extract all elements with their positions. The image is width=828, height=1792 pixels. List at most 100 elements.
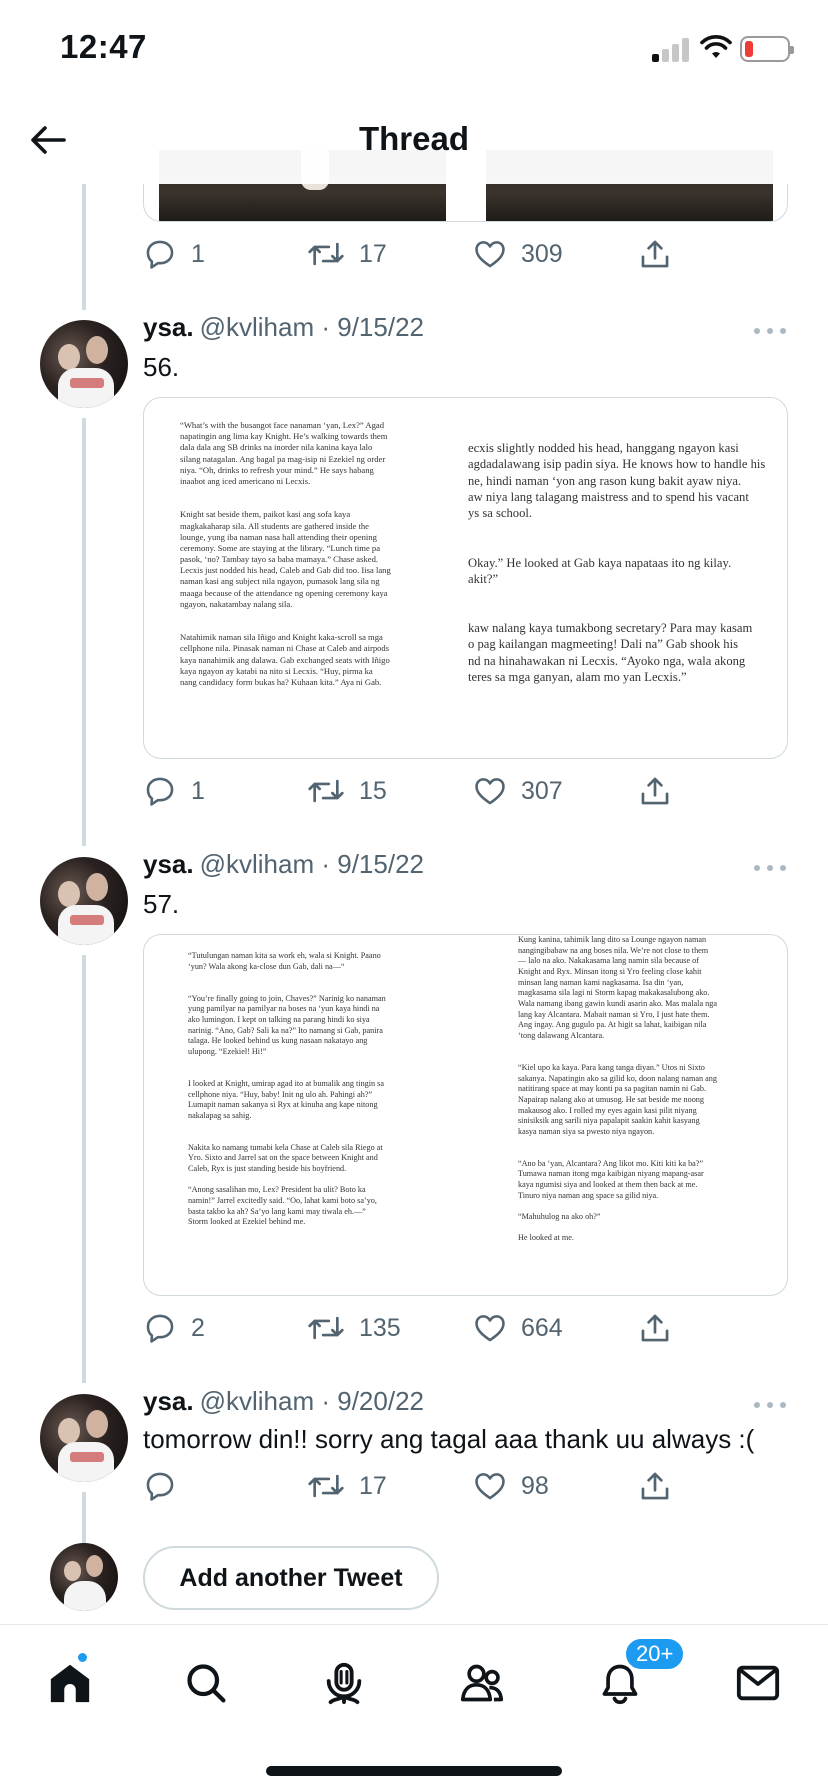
share-icon: [641, 1314, 669, 1342]
ellipsis-icon[interactable]: [754, 863, 788, 873]
retweet-button[interactable]: 135: [307, 1303, 401, 1353]
page-text-line: lounge, yung iba naman nasa hall attendi…: [180, 531, 377, 542]
share-button[interactable]: [638, 1461, 672, 1511]
notifications-badge: 20+: [624, 1637, 686, 1671]
page-text-line: “You’re finally going to join, Chaves?” …: [188, 993, 386, 1003]
page-text-line: ‘yun? Wala akong ka-close dun Gab, dali …: [188, 961, 345, 971]
page-text-line: basta takbo ka ah? Sa’yo lang kami may t…: [188, 1206, 366, 1216]
page-text-line: magkakaharap sila. All students are gath…: [180, 520, 369, 531]
page-text-line: makausog ako. I rolled my eyes again kas…: [518, 1105, 697, 1115]
tweet-media[interactable]: “What’s with the busangot face nanaman ‘…: [143, 397, 788, 759]
media-page-left: “What’s with the busangot face nanaman ‘…: [180, 420, 450, 688]
page-text-line: [518, 1201, 787, 1212]
page-text-line: ulupong. “Ezekiel! Hi!”: [188, 1046, 267, 1056]
page-text-line: [518, 1137, 787, 1148]
page-text-line: [518, 1223, 787, 1234]
reply-button[interactable]: 2: [143, 1303, 205, 1353]
tweet-media[interactable]: “Tutulungan naman kita sa work eh, wala …: [143, 934, 788, 1296]
retweet-button[interactable]: 17: [307, 229, 387, 279]
tweet-text: tomorrow din!! sorry ang tagal aaa thank…: [143, 1424, 755, 1454]
tab-spaces[interactable]: [314, 1653, 374, 1713]
reply-count: 1: [191, 776, 205, 805]
retweet-button[interactable]: 17: [307, 1461, 387, 1511]
tab-search[interactable]: [176, 1653, 236, 1713]
page-text-line: maaga because of the attendance ng openi…: [180, 587, 388, 598]
current-user-avatar: [50, 1543, 118, 1611]
page-text-line: [188, 972, 458, 983]
ellipsis-icon[interactable]: [754, 1400, 788, 1410]
page-text-line: ecxis slightly nodded his head, hanggang…: [468, 441, 739, 455]
page-text-line: [518, 1148, 787, 1159]
avatar[interactable]: [40, 320, 128, 408]
like-count: 307: [521, 776, 563, 805]
retweet-button[interactable]: 15: [307, 766, 387, 816]
page-text-line: natitirang space at may konti pa sa pagi…: [518, 1084, 707, 1094]
page-text-line: Natahimik naman sila Iñigo and Knight ka…: [180, 632, 383, 643]
page-text-line: minsan lang naman kami nagkasama. Isa di…: [518, 977, 684, 987]
page-text-line: Napairap nalang ako at umusog. He sat be…: [518, 1094, 704, 1104]
reply-button[interactable]: 1: [143, 766, 205, 816]
thread-line: [82, 1492, 86, 1548]
like-button[interactable]: 664: [473, 1303, 563, 1353]
microphone-icon: [326, 1662, 362, 1705]
page-text-line: [468, 522, 787, 538]
like-button[interactable]: 307: [473, 766, 563, 816]
reply-button[interactable]: [143, 1461, 191, 1511]
retweet-count: 17: [359, 1471, 387, 1500]
display-name[interactable]: ysa.: [143, 1386, 194, 1416]
tweet-header: ysa. @kvliham · 9/20/22: [143, 1386, 424, 1426]
tweet-header: ysa. @kvliham · 9/15/22: [143, 312, 424, 352]
page-text-line: agdadalawang isip padin siya. He knows h…: [468, 457, 766, 472]
like-button[interactable]: 309: [473, 229, 563, 279]
share-button[interactable]: [638, 766, 672, 816]
reply-button[interactable]: 1: [143, 229, 205, 279]
page-text-line: cellphone nila. Pinasak naman ni Chase a…: [180, 643, 390, 654]
battery-icon: [740, 36, 794, 62]
page-text-line: He looked at me.: [518, 1233, 574, 1243]
heart-icon: [475, 1473, 505, 1500]
page-text-line: [188, 1175, 458, 1186]
page-text-line: “Kiel upo ka kaya. Para kang tanga diyan…: [518, 1062, 705, 1072]
media-page-right: ecxis slightly nodded his head, hanggang…: [468, 440, 787, 685]
like-button[interactable]: 98: [473, 1461, 549, 1511]
add-another-tweet-button[interactable]: Add another Tweet: [143, 1546, 439, 1610]
heart-icon: [475, 778, 505, 805]
avatar[interactable]: [40, 857, 128, 945]
page-text-line: Nakita ko namang tumabi kela Chase at Ca…: [188, 1142, 383, 1152]
tab-notifications[interactable]: 20+: [590, 1637, 686, 1713]
tab-communities[interactable]: [452, 1653, 512, 1713]
page-text-line: ako lumingon. I kept on talking na paran…: [188, 1014, 370, 1024]
retweet-icon: [308, 1316, 344, 1340]
tab-messages[interactable]: [728, 1653, 788, 1713]
page-text-line: narinig. “Ano, Gab? Sali ka na?” Ito nam…: [188, 1025, 383, 1035]
share-button[interactable]: [638, 229, 672, 279]
tweet-actions: 1 17 309: [143, 229, 703, 279]
page-text-line: dala dala ang SB drinks na inorder nila …: [180, 442, 373, 453]
thread-line: [82, 955, 86, 1383]
like-count: 98: [521, 1471, 549, 1500]
page-text-line: Caleb, Ryx is just standing beside his b…: [188, 1164, 347, 1174]
page-text-line: Knight and Ryx. Minsan itong si Yro feel…: [518, 966, 702, 976]
page-text-line: lang kay Alcantara. Mabait naman si Yro,…: [518, 1009, 710, 1019]
people-icon: [460, 1664, 504, 1702]
avatar[interactable]: [40, 1394, 128, 1482]
page-text-line: [188, 1058, 458, 1069]
page-text-line: ngayon, nakatambay nalang sila.: [180, 598, 293, 609]
tweet-header: ysa. @kvliham · 9/15/22: [143, 849, 424, 889]
page-text-line: naman kasi ang subject nila ngayon, puma…: [180, 576, 380, 587]
tab-home[interactable]: [40, 1651, 100, 1713]
page-text-line: [188, 983, 458, 994]
display-name[interactable]: ysa.: [143, 312, 194, 342]
display-name[interactable]: ysa.: [143, 849, 194, 879]
media-page-left: “Tutulungan naman kita sa work eh, wala …: [188, 951, 458, 1228]
share-button[interactable]: [638, 1303, 672, 1353]
tweet-text: 56.: [143, 352, 180, 382]
ellipsis-icon[interactable]: [754, 326, 788, 336]
page-text-line: Storm looked at Ezekiel behind me.: [188, 1217, 306, 1227]
tweet-text: 57.: [143, 889, 180, 919]
page-text-line: Tinuro niya naman ang space sa gilid niy…: [518, 1190, 659, 1200]
page-text-line: [518, 1052, 787, 1063]
page-text-line: nd na hinahawakan ni Lecxis. “Ayoko nga,…: [468, 653, 746, 668]
status-bar: 12:47: [0, 0, 828, 96]
status-time: 12:47: [60, 28, 147, 65]
